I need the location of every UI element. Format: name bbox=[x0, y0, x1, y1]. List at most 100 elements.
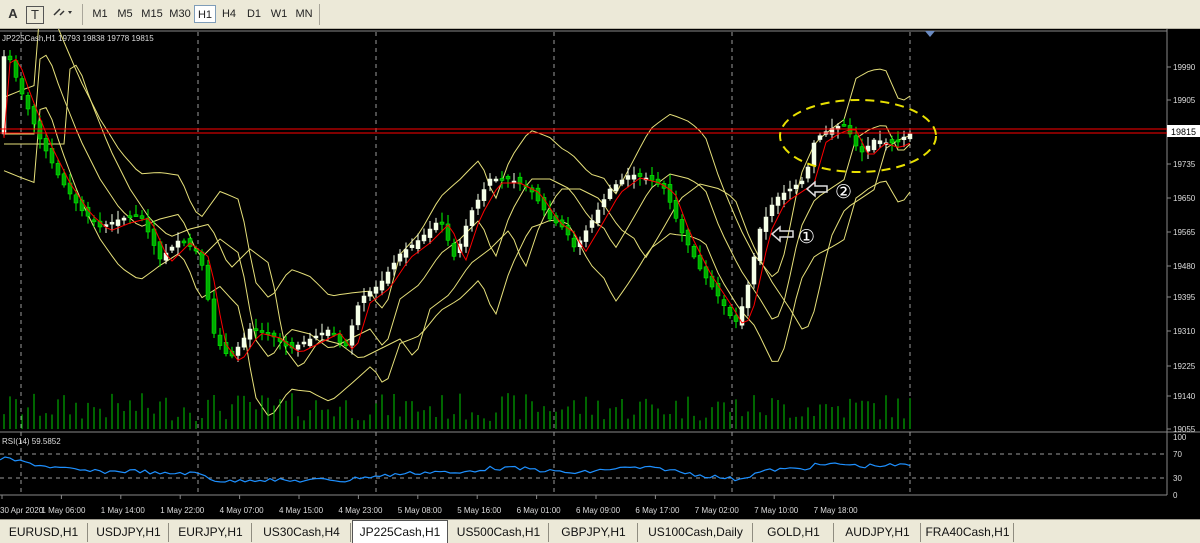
text-tool-button[interactable]: A bbox=[2, 4, 24, 24]
price-chart[interactable]: ② ① JP225Cash,H1 19793 19838 19778 19815… bbox=[0, 29, 1200, 519]
candle-body bbox=[235, 346, 241, 356]
candle-body bbox=[121, 217, 127, 221]
candle-body bbox=[571, 237, 577, 248]
candle-body bbox=[391, 262, 397, 270]
candle-body bbox=[385, 271, 391, 284]
timeframe-button-w1[interactable]: W1 bbox=[267, 5, 291, 23]
candle-body bbox=[871, 139, 877, 151]
candle-body bbox=[475, 199, 481, 209]
candle-body bbox=[853, 135, 859, 147]
rsi-panel bbox=[0, 453, 1167, 483]
symbol-tab[interactable]: EURUSD,H1 bbox=[0, 523, 88, 542]
symbol-tab[interactable]: US100Cash,Daily bbox=[639, 523, 753, 542]
candle-body bbox=[559, 219, 565, 228]
candle-body bbox=[769, 204, 775, 217]
candle-body bbox=[217, 334, 223, 346]
candle-body bbox=[115, 219, 121, 226]
candle-body bbox=[205, 264, 211, 300]
time-tick-label: 1 May 14:00 bbox=[101, 506, 146, 515]
candle-body bbox=[625, 175, 631, 180]
price-tick-label: 19905 bbox=[1173, 96, 1196, 105]
candle-body bbox=[13, 60, 19, 78]
candle-body bbox=[175, 240, 181, 248]
candle-body bbox=[481, 189, 487, 201]
text-label-tool-button[interactable]: T bbox=[26, 6, 44, 24]
candle-body bbox=[247, 328, 253, 340]
timeframe-button-d1[interactable]: D1 bbox=[242, 5, 266, 23]
candle-body bbox=[799, 180, 805, 185]
rsi-tick-label: 70 bbox=[1173, 450, 1182, 459]
shapes-icon bbox=[53, 8, 72, 16]
candle-body bbox=[73, 194, 79, 204]
candle-body bbox=[775, 196, 781, 206]
candle-body bbox=[583, 230, 589, 242]
candle-body bbox=[31, 106, 37, 125]
chart-toolbar: A T M1 M5 M15 M30 H1 H4 D1 W1 MN bbox=[0, 0, 1200, 29]
timeframe-button-m1[interactable]: M1 bbox=[88, 5, 112, 23]
timeframe-button-m5[interactable]: M5 bbox=[113, 5, 137, 23]
current-price-value: 19815 bbox=[1171, 127, 1196, 137]
candle-body bbox=[733, 315, 739, 322]
candle-body bbox=[679, 219, 685, 234]
candle-body bbox=[805, 166, 811, 179]
candle-body bbox=[697, 255, 703, 270]
timeframe-button-m30[interactable]: M30 bbox=[167, 5, 193, 23]
symbol-tab-bar: EURUSD,H1 USDJPY,H1 EURJPY,H1 US30Cash,H4 JP… bbox=[0, 519, 1200, 543]
candle-body bbox=[127, 215, 133, 218]
annotation-label-2: ② bbox=[835, 181, 852, 203]
candle-body bbox=[631, 174, 637, 180]
candle-body bbox=[151, 228, 157, 246]
candle-body bbox=[487, 178, 493, 186]
symbol-tab[interactable]: GOLD,H1 bbox=[754, 523, 834, 542]
candle-body bbox=[619, 179, 625, 185]
annotation-label-1: ① bbox=[798, 226, 815, 248]
price-tick-label: 19225 bbox=[1173, 362, 1196, 371]
symbol-tab[interactable]: JP225Cash,H1 bbox=[352, 520, 448, 543]
symbol-tab[interactable]: USDJPY,H1 bbox=[89, 523, 169, 542]
candle-body bbox=[313, 335, 319, 339]
candle-body bbox=[403, 249, 409, 258]
timeframe-button-m15[interactable]: M15 bbox=[138, 5, 166, 23]
rsi-label: RSI(14) 59.5852 bbox=[2, 437, 61, 446]
candle-body bbox=[325, 329, 331, 336]
candle-body bbox=[373, 286, 379, 294]
candle-body bbox=[499, 178, 505, 181]
time-tick-label: 4 May 23:00 bbox=[338, 506, 383, 515]
timeframe-button-mn[interactable]: MN bbox=[292, 5, 316, 23]
shapes-dropdown-button[interactable] bbox=[50, 4, 76, 24]
time-tick-label: 6 May 09:00 bbox=[576, 506, 621, 515]
candle-body bbox=[415, 240, 421, 249]
candle-body bbox=[7, 55, 13, 61]
candle-body bbox=[811, 142, 817, 166]
candle-body bbox=[463, 225, 469, 247]
candle-body bbox=[787, 188, 793, 192]
symbol-tab[interactable]: US30Cash,H4 bbox=[253, 523, 351, 542]
candle-body bbox=[781, 192, 787, 200]
timeframe-button-h4[interactable]: H4 bbox=[217, 5, 241, 23]
candle-body bbox=[721, 299, 727, 306]
candle-body bbox=[439, 221, 445, 225]
candle-body bbox=[181, 240, 187, 244]
symbol-tab[interactable]: AUDJPY,H1 bbox=[835, 523, 921, 542]
symbol-tab[interactable]: US500Cash,H1 bbox=[449, 523, 549, 542]
candle-body bbox=[895, 139, 901, 143]
candle-body bbox=[589, 220, 595, 228]
candle-body bbox=[727, 307, 733, 316]
candle-body bbox=[301, 341, 307, 345]
timeframe-button-h1[interactable]: H1 bbox=[194, 5, 216, 23]
candle-body bbox=[55, 163, 61, 176]
candle-body bbox=[691, 245, 697, 258]
symbol-tab[interactable]: GBPJPY,H1 bbox=[550, 523, 638, 542]
price-tick-label: 19650 bbox=[1173, 194, 1196, 203]
candle-body bbox=[595, 209, 601, 223]
symbol-tab[interactable]: EURJPY,H1 bbox=[170, 523, 252, 542]
candle-body bbox=[265, 332, 271, 335]
candle-body bbox=[139, 215, 145, 219]
price-tick-label: 19310 bbox=[1173, 327, 1196, 336]
time-tick-label: 1 May 06:00 bbox=[41, 506, 86, 515]
candle-body bbox=[43, 138, 49, 152]
rsi-tick-label: 100 bbox=[1173, 433, 1187, 442]
symbol-tab[interactable]: FRA40Cash,H1 bbox=[922, 523, 1014, 542]
candle-body bbox=[349, 325, 355, 346]
candle-body bbox=[421, 234, 427, 242]
